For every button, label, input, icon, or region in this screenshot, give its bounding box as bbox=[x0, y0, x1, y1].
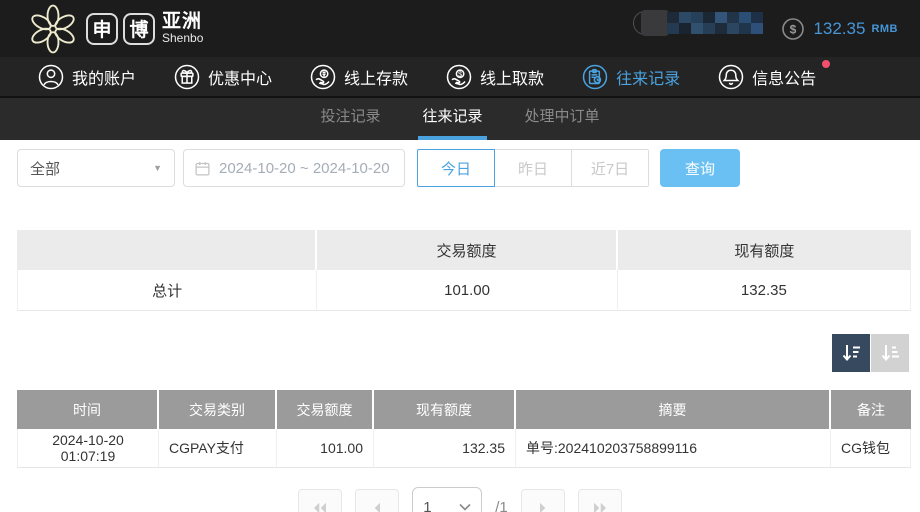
gift-icon bbox=[174, 64, 200, 90]
tab-processing-orders[interactable]: 处理中订单 bbox=[521, 98, 604, 140]
main-nav: 我的账户 优惠中心 线上存款 $ 线上取款 往来记录 信息公告 bbox=[0, 57, 920, 98]
deposit-icon bbox=[310, 64, 336, 90]
summary-header-current-balance: 现有额度 bbox=[618, 230, 911, 270]
brand-logo[interactable]: 申 博 亚洲 Shenbo bbox=[28, 4, 203, 54]
col-header-transaction-amount: 交易额度 bbox=[277, 390, 374, 429]
double-arrow-right-icon bbox=[591, 501, 609, 512]
nav-item-online-deposit[interactable]: 线上存款 bbox=[310, 64, 414, 90]
nav-item-transaction-records[interactable]: 往来记录 bbox=[582, 64, 686, 90]
cell-summary: 单号:202410203758899116 bbox=[516, 429, 831, 468]
nav-item-promo-center[interactable]: 优惠中心 bbox=[174, 64, 278, 90]
svg-text:$: $ bbox=[458, 71, 462, 78]
nav-item-my-account[interactable]: 我的账户 bbox=[38, 64, 142, 90]
arrow-right-icon bbox=[534, 501, 552, 512]
col-header-remarks: 备注 bbox=[831, 390, 911, 429]
tab-transaction-records[interactable]: 往来记录 bbox=[418, 98, 486, 140]
date-range-input[interactable]: 2024-10-20 ~ 2024-10-20 bbox=[183, 149, 405, 187]
censored-username bbox=[633, 10, 761, 36]
next-page-button[interactable] bbox=[521, 489, 565, 512]
chevron-down-icon: ▼ bbox=[153, 163, 162, 173]
yesterday-button[interactable]: 昨日 bbox=[494, 149, 572, 187]
page-number-select[interactable]: 1 bbox=[412, 487, 482, 512]
brand-name-en: Shenbo bbox=[162, 32, 203, 45]
summary-transaction-amount: 101.00 bbox=[317, 270, 617, 311]
search-button[interactable]: 查询 bbox=[660, 149, 740, 187]
summary-header-transaction-amount: 交易额度 bbox=[317, 230, 617, 270]
logo-char-bo: 博 bbox=[123, 13, 155, 45]
arrow-left-icon bbox=[368, 501, 386, 512]
calendar-icon bbox=[194, 160, 211, 177]
brand-region: 亚洲 bbox=[162, 12, 203, 32]
sort-ascending-button[interactable] bbox=[871, 334, 909, 372]
dollar-coin-icon: $ bbox=[781, 17, 805, 41]
summary-current-balance: 132.35 bbox=[618, 270, 911, 311]
records-table: 时间 交易类别 交易额度 现有额度 摘要 备注 2024-10-20 01:07… bbox=[17, 390, 911, 468]
summary-total-label: 总计 bbox=[17, 270, 317, 311]
nav-item-online-withdraw[interactable]: $ 线上取款 bbox=[446, 64, 550, 90]
quick-date-buttons: 今日 昨日 近7日 bbox=[417, 149, 649, 187]
last-page-button[interactable] bbox=[578, 489, 622, 512]
col-header-transaction-type: 交易类别 bbox=[159, 390, 277, 429]
logo-char-shen: 申 bbox=[86, 13, 118, 45]
cell-current-balance: 132.35 bbox=[374, 429, 516, 468]
records-icon bbox=[582, 64, 608, 90]
withdraw-icon: $ bbox=[446, 64, 472, 90]
user-icon bbox=[38, 64, 64, 90]
notification-dot bbox=[822, 60, 830, 68]
balance-display: $ 132.35 RMB bbox=[781, 0, 898, 57]
today-button[interactable]: 今日 bbox=[417, 149, 495, 187]
col-header-current-balance: 现有额度 bbox=[374, 390, 516, 429]
chevron-down-icon bbox=[459, 503, 471, 511]
balance-amount: 132.35 bbox=[813, 19, 865, 39]
col-header-summary: 摘要 bbox=[516, 390, 831, 429]
balance-currency: RMB bbox=[871, 23, 898, 35]
flower-logo-icon bbox=[28, 4, 78, 54]
tab-betting-records[interactable]: 投注记录 bbox=[316, 98, 384, 140]
table-row: 2024-10-20 01:07:19 CGPAY支付 101.00 132.3… bbox=[17, 429, 911, 468]
summary-header-empty bbox=[17, 230, 317, 270]
last7days-button[interactable]: 近7日 bbox=[571, 149, 649, 187]
top-bar: 申 博 亚洲 Shenbo $ 132.35 RMB bbox=[0, 0, 920, 57]
filter-bar: 全部 ▼ 2024-10-20 ~ 2024-10-20 今日 昨日 近7日 查… bbox=[17, 148, 920, 188]
double-arrow-left-icon bbox=[311, 501, 329, 512]
previous-page-button[interactable] bbox=[355, 489, 399, 512]
cell-transaction-type: CGPAY支付 bbox=[159, 429, 277, 468]
sort-ascending-icon bbox=[878, 341, 902, 365]
type-select[interactable]: 全部 ▼ bbox=[17, 149, 175, 187]
nav-item-announcements[interactable]: 信息公告 bbox=[718, 64, 822, 90]
svg-text:$: $ bbox=[790, 22, 797, 36]
cell-transaction-amount: 101.00 bbox=[277, 429, 374, 468]
cell-time: 2024-10-20 01:07:19 bbox=[17, 429, 159, 468]
cell-remarks: CG钱包 bbox=[831, 429, 911, 468]
total-pages-label: /1 bbox=[495, 489, 508, 512]
sort-descending-button[interactable] bbox=[832, 334, 870, 372]
first-page-button[interactable] bbox=[298, 489, 342, 512]
sort-controls bbox=[0, 334, 909, 372]
record-subtabs: 投注记录 往来记录 处理中订单 bbox=[0, 98, 920, 140]
pagination: 1 /1 bbox=[0, 489, 920, 512]
sort-descending-icon bbox=[839, 341, 863, 365]
bell-icon bbox=[718, 64, 744, 90]
col-header-time: 时间 bbox=[17, 390, 159, 429]
summary-table: 交易额度 现有额度 总计 101.00 132.35 bbox=[17, 230, 911, 311]
summary-total-row: 总计 101.00 132.35 bbox=[17, 270, 911, 311]
